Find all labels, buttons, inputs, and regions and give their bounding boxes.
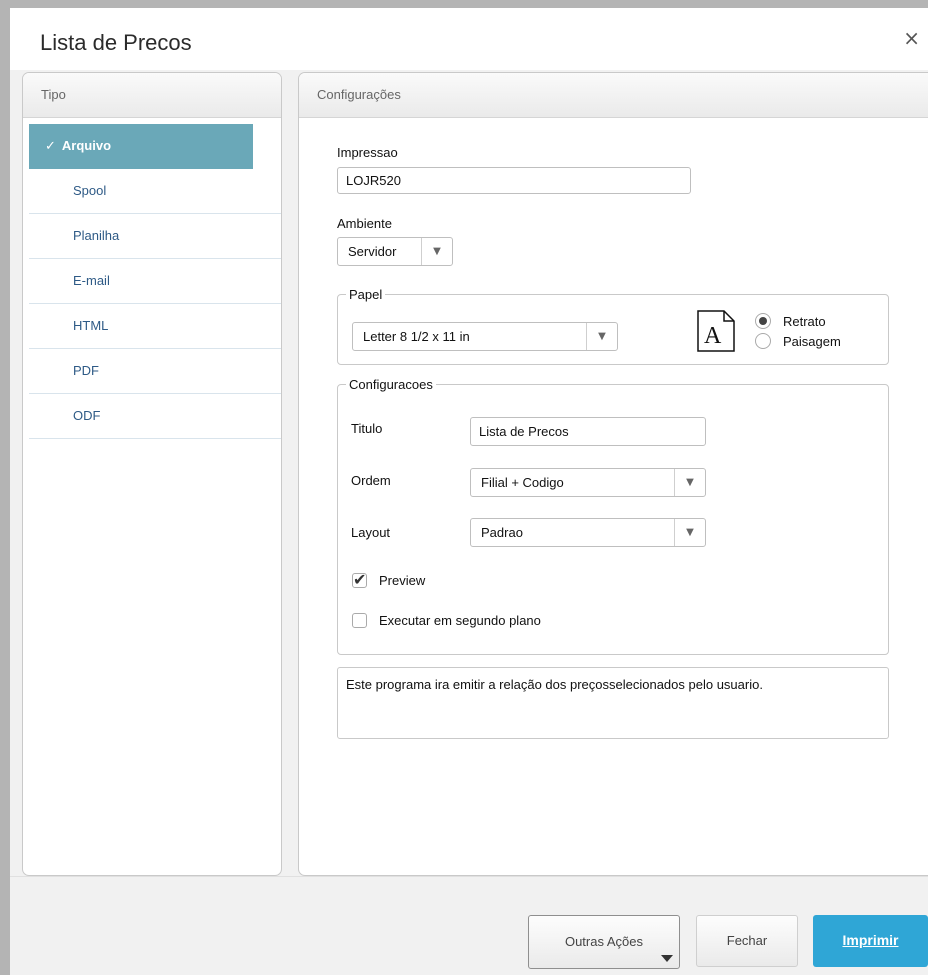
dialog-footer: Outras Ações Fechar Imprimir [10,876,928,975]
type-panel: Tipo ✓ Arquivo Spool Planilha E-mail HTML… [22,72,282,876]
dropdown-triangle-icon [661,955,673,962]
dialog-title: Lista de Precos [40,30,192,55]
ordem-select[interactable]: Filial + Codigo ▼ [470,468,706,497]
checkbox-icon[interactable] [352,570,367,589]
radio-label: Retrato [783,313,826,329]
chevron-down-icon: ▼ [674,469,705,496]
titulo-label: Titulo [351,421,383,436]
layout-value: Padrao [481,525,523,540]
radio-button[interactable] [755,333,771,349]
page-a-icon: A [697,310,735,352]
program-description: Este programa ira emitir a relação dos p… [337,667,889,739]
impressao-input[interactable]: LOJR520 [337,167,691,194]
type-item-arquivo[interactable]: ✓ Arquivo [29,124,253,169]
ordem-value: Filial + Codigo [481,475,564,490]
background-checkbox[interactable]: Executar em segundo plano [352,613,541,628]
chevron-down-icon: ▼ [674,519,705,546]
background-label: Executar em segundo plano [379,613,541,628]
checkbox-icon[interactable] [352,613,367,628]
type-item-planilha[interactable]: Planilha [29,214,281,259]
type-item-html[interactable]: HTML [29,304,281,349]
paper-size-value: Letter 8 1/2 x 11 in [363,329,470,344]
dialog-body: Tipo ✓ Arquivo Spool Planilha E-mail HTML… [10,70,928,876]
type-list: ✓ Arquivo Spool Planilha E-mail HTML PDF … [23,124,281,439]
radio-label: Paisagem [783,333,841,349]
papel-legend: Papel [349,287,383,302]
type-item-label: Arquivo [61,138,112,153]
preview-label: Preview [379,573,426,588]
check-icon: ✓ [45,139,56,154]
radio-button[interactable] [755,313,771,329]
config-panel-header: Configurações [299,73,928,118]
chevron-down-icon: ▼ [421,238,452,265]
ambiente-value: Servidor [348,244,397,259]
close-button[interactable]: Fechar [696,915,798,967]
impressao-label: Impressao [337,145,398,160]
type-item-pdf[interactable]: PDF [29,349,281,394]
type-item-spool[interactable]: Spool [29,169,281,214]
print-dialog: Lista de Precos × Tipo ✓ Arquivo Spool Pl… [10,8,928,975]
ordem-label: Ordem [351,473,391,488]
layout-select[interactable]: Padrao ▼ [470,518,706,547]
other-actions-label: Outras Ações [564,934,644,949]
print-button[interactable]: Imprimir [813,915,928,967]
type-item-email[interactable]: E-mail [29,259,281,304]
type-panel-header: Tipo [23,73,281,118]
layout-label: Layout [351,525,391,540]
titulo-input[interactable]: Lista de Precos [470,417,706,446]
page-a-letter: A [704,323,722,349]
config-panel: Configurações Impressao LOJR520 Ambiente… [298,72,928,876]
type-item-odf[interactable]: ODF [29,394,281,439]
other-actions-button[interactable]: Outras Ações [528,915,680,969]
preview-checkbox[interactable]: Preview [352,570,426,589]
configuracoes-legend: Configuracoes [349,377,433,392]
close-icon[interactable]: × [903,26,920,50]
radio-retrato[interactable]: Retrato [755,313,826,329]
ambiente-select[interactable]: Servidor ▼ [337,237,453,266]
paper-size-select[interactable]: Letter 8 1/2 x 11 in ▼ [352,322,618,351]
ambiente-label: Ambiente [337,216,392,231]
chevron-down-icon: ▼ [586,323,617,350]
radio-paisagem[interactable]: Paisagem [755,333,841,349]
